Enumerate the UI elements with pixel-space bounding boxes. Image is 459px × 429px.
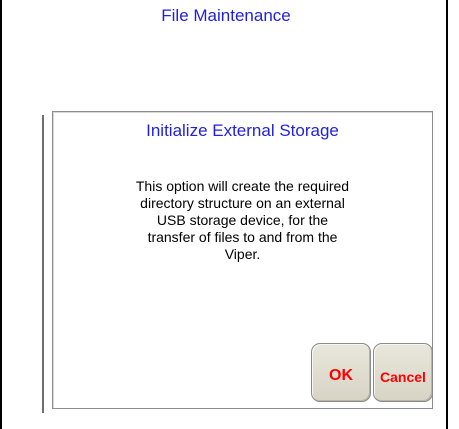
page-title: File Maintenance	[161, 6, 291, 25]
initialize-storage-dialog: Initialize External Storage This option …	[52, 111, 433, 409]
left-divider	[42, 115, 44, 413]
message-line: transfer of files to and from the	[147, 229, 338, 245]
message-line: directory structure on an external	[140, 195, 345, 211]
cancel-button-label: Cancel	[380, 368, 426, 385]
ok-button[interactable]: OK	[311, 343, 371, 402]
dialog-title: Initialize External Storage	[146, 121, 339, 140]
cancel-button[interactable]: Cancel	[373, 343, 433, 402]
message-line: USB storage device, for the	[156, 212, 329, 228]
ok-button-label: OK	[329, 366, 353, 384]
message-line: Viper.	[224, 246, 261, 262]
dialog-message: This option will create the required dir…	[53, 178, 432, 263]
message-line: This option will create the required	[135, 178, 350, 194]
